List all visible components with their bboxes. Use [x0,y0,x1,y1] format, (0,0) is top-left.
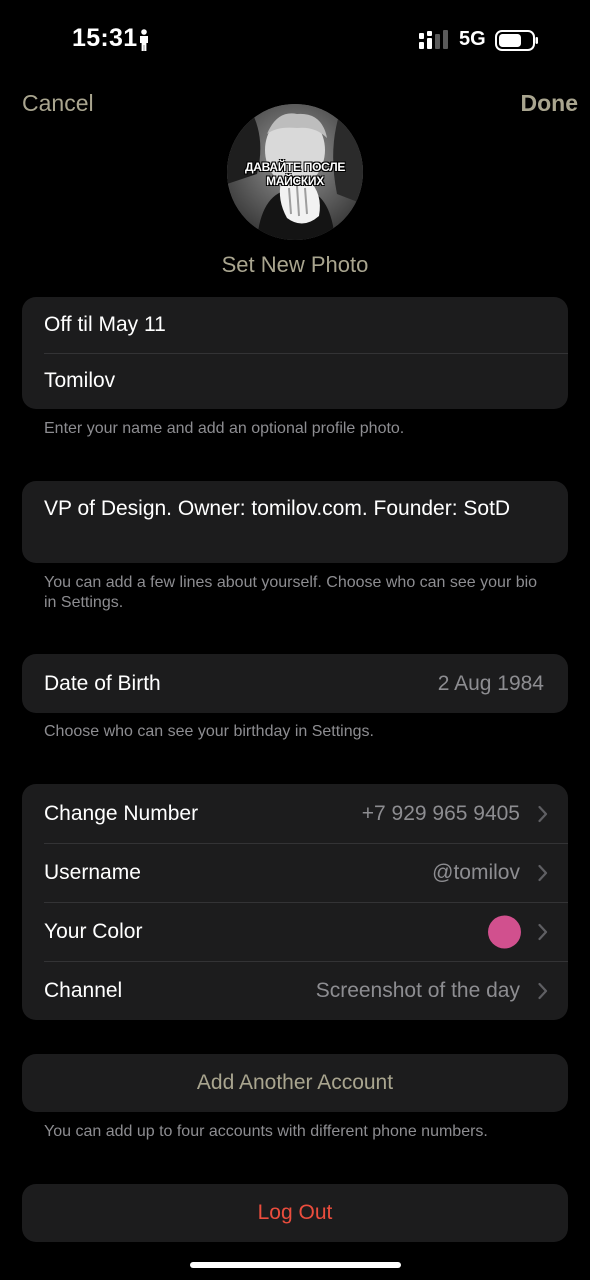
status-time: 15:31 [72,24,138,52]
first-name-row[interactable]: Off til May 11 [22,297,568,353]
battery-icon [495,30,538,51]
chevron-right-icon [538,923,548,940]
your-color-label: Your Color [44,919,143,943]
date-of-birth-row[interactable]: Date of Birth 2 Aug 1984 [22,654,568,713]
your-color-row[interactable]: Your Color [22,902,568,961]
bio-footer: You can add a few lines about yourself. … [44,574,538,611]
date-of-birth-label: Date of Birth [44,671,161,695]
channel-label: Channel [44,978,123,1002]
profile-color-swatch [488,915,521,948]
date-of-birth-value: 2 Aug 1984 [437,671,544,695]
change-number-label: Change Number [44,801,199,825]
username-label: Username [44,860,141,884]
row-divider [44,902,568,903]
done-button[interactable]: Done [521,90,579,117]
add-another-account-button[interactable]: Add Another Account [22,1071,568,1095]
change-number-row[interactable]: Change Number +7 929 965 9405 [22,784,568,843]
edit-profile-screen: 15:31 5G Cancel Done ДАВАЙТЕ ПОСЛЕ МАЙСК… [0,0,590,1280]
last-name-field[interactable]: Tomilov [44,369,115,393]
username-row[interactable]: Username @tomilov [22,843,568,902]
birthday-group: Date of Birth 2 Aug 1984 [22,654,568,713]
bio-field[interactable]: VP of Design. Owner: tomilov.com. Founde… [44,494,546,523]
add-account-footer: You can add up to four accounts with dif… [44,1123,488,1140]
channel-value: Screenshot of the day [315,978,520,1002]
avatar-caption: ДАВАЙТЕ ПОСЛЕ МАЙСКИХ [244,160,346,188]
add-account-group[interactable]: Add Another Account [22,1054,568,1112]
bio-group: VP of Design. Owner: tomilov.com. Founde… [22,481,568,563]
logout-group[interactable]: Log Out [22,1184,568,1242]
username-value: @tomilov [432,860,520,884]
cancel-button[interactable]: Cancel [22,90,94,117]
chevron-right-icon [538,864,548,881]
last-name-row[interactable]: Tomilov [22,353,568,409]
network-label: 5G [459,28,486,50]
person-icon [140,29,148,51]
name-footer: Enter your name and add an optional prof… [44,420,405,437]
first-name-field[interactable]: Off til May 11 [44,313,166,337]
home-indicator[interactable] [190,1262,401,1268]
channel-row[interactable]: Channel Screenshot of the day [22,961,568,1020]
profile-avatar[interactable]: ДАВАЙТЕ ПОСЛЕ МАЙСКИХ [227,104,363,240]
birthday-footer: Choose who can see your birthday in Sett… [44,723,374,740]
chevron-right-icon [538,982,548,999]
row-divider [44,353,568,354]
set-new-photo-button[interactable]: Set New Photo [0,252,590,278]
log-out-button[interactable]: Log Out [22,1201,568,1225]
row-divider [44,961,568,962]
phone-number-value: +7 929 965 9405 [361,801,520,825]
name-group: Off til May 11 Tomilov [22,297,568,409]
signal-icon [419,30,448,49]
account-settings-group: Change Number +7 929 965 9405 Username @… [22,784,568,1020]
row-divider [44,843,568,844]
chevron-right-icon [538,805,548,822]
